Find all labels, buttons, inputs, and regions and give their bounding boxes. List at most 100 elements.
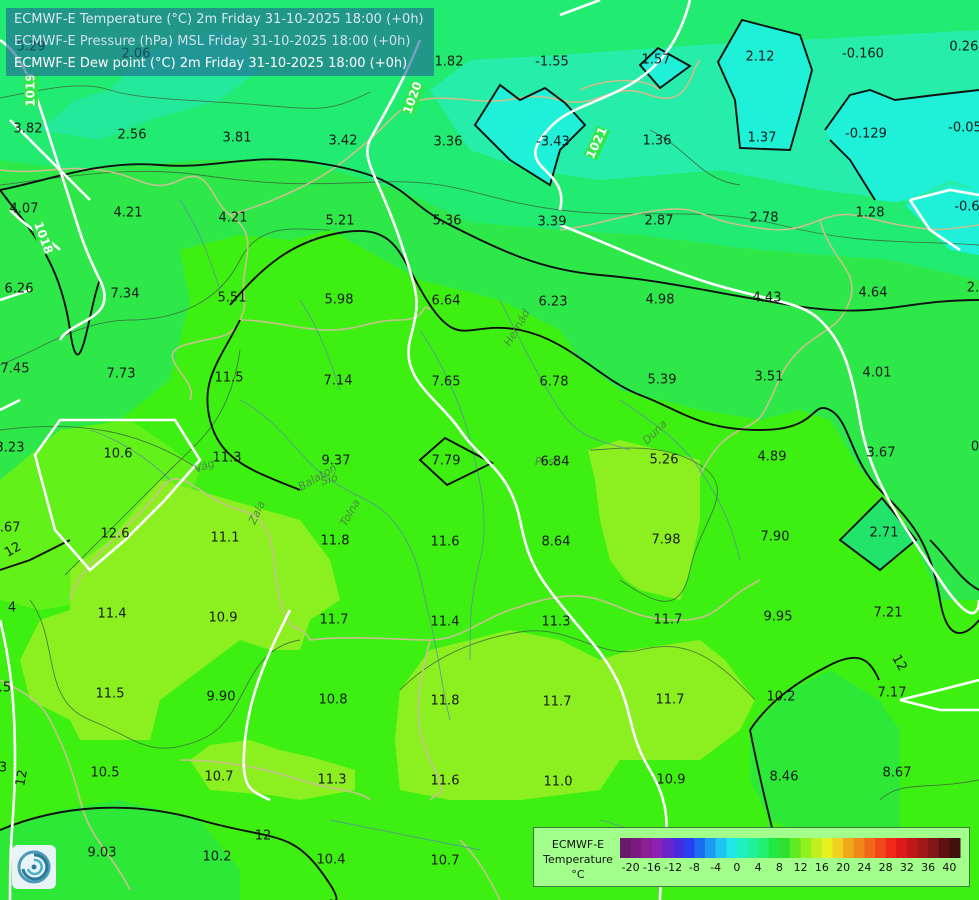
dewpoint-value: 10.2	[203, 850, 232, 865]
dewpoint-value: 7.34	[111, 287, 140, 302]
dewpoint-value: -0.05	[948, 121, 979, 136]
legend-tick-label: 8	[776, 861, 783, 874]
legend-swatch	[800, 838, 812, 858]
dewpoint-value: -0.129	[845, 127, 887, 142]
dewpoint-value: 11.7	[320, 613, 349, 628]
dewpoint-value: 9.37	[322, 454, 351, 469]
dewpoint-value: -3.43	[536, 135, 570, 150]
legend-swatch	[949, 838, 961, 858]
title-panel: ECMWF-E Temperature (°C) 2m Friday 31-10…	[6, 8, 434, 76]
legend-tick-label: 36	[921, 861, 935, 874]
dewpoint-value: 11.4	[431, 615, 460, 630]
dewpoint-value: 11.1	[211, 531, 240, 546]
legend-swatch	[853, 838, 865, 858]
dewpoint-value: 4.21	[219, 211, 248, 226]
legend-swatch	[875, 838, 887, 858]
dewpoint-value: 11.7	[654, 613, 683, 628]
dewpoint-value: 9.90	[207, 690, 236, 705]
legend-label-model: ECMWF-E	[551, 838, 605, 851]
dewpoint-value: 5.26	[650, 453, 679, 468]
dewpoint-value: 10.7	[205, 770, 234, 785]
isobar-label: 1019	[24, 73, 38, 106]
dewpoint-value: 3.36	[434, 135, 463, 150]
legend-swatch	[821, 838, 833, 858]
dewpoint-value: 11.6	[431, 774, 460, 789]
dewpoint-value: 10.2	[767, 690, 796, 705]
dewpoint-value: 7.98	[652, 533, 681, 548]
dewpoint-value: 1.37	[748, 131, 777, 146]
legend-tick-label: -20	[622, 861, 640, 874]
temperature-fill	[0, 0, 979, 900]
dewpoint-value: 6.84	[541, 455, 570, 470]
legend-tick-label: -4	[710, 861, 721, 874]
dewpoint-value: 6.78	[540, 375, 569, 390]
ecmwf-logo-icon	[12, 845, 56, 889]
dewpoint-value: 4.01	[863, 366, 892, 381]
dewpoint-value: 7.45	[1, 362, 30, 377]
legend-swatch	[906, 838, 918, 858]
dewpoint-value: 10.6	[104, 447, 133, 462]
dewpoint-value: 4.07	[10, 202, 39, 217]
dewpoint-value: 11.0	[544, 775, 573, 790]
legend-swatch	[928, 838, 940, 858]
title-pressure: ECMWF-E Pressure (hPa) MSL Friday 31-10-…	[14, 34, 411, 49]
dewpoint-value: 11.3	[213, 451, 242, 466]
dewpoint-value: 5.36	[433, 214, 462, 229]
dewpoint-value: 2.78	[750, 211, 779, 226]
dewpoint-value: 11.4	[98, 607, 127, 622]
legend-swatch	[673, 838, 685, 858]
dewpoint-value: 7.17	[878, 686, 907, 701]
dewpoint-value: -0.6	[954, 200, 979, 215]
legend-tick-label: 32	[900, 861, 914, 874]
dewpoint-value: 9.95	[764, 610, 793, 625]
legend-swatch	[864, 838, 876, 858]
dewpoint-value: 10.4	[317, 853, 346, 868]
dewpoint-value: 3.42	[329, 134, 358, 149]
dewpoint-value: 7.65	[432, 375, 461, 390]
dewpoint-value: 3.51	[755, 370, 784, 385]
dewpoint-value: 3.82	[14, 122, 43, 137]
dewpoint-value: 2.12	[746, 50, 775, 65]
dewpoint-value: 3.39	[538, 215, 567, 230]
legend-swatch	[683, 838, 695, 858]
dewpoint-value: 12.6	[101, 527, 130, 542]
dewpoint-value: 7.14	[324, 374, 353, 389]
dewpoint-value: 1.57	[642, 53, 671, 68]
temperature-legend: ECMWF-E Temperature °C -20 -16 -12 -8 -4 0 4 8 1…	[533, 827, 970, 887]
dewpoint-value: 6.64	[432, 294, 461, 309]
dewpoint-value: 4.21	[114, 206, 143, 221]
legend-swatch	[726, 838, 738, 858]
dewpoint-value: 8.67	[0, 521, 20, 536]
dewpoint-value: 11.7	[656, 693, 685, 708]
dewpoint-value: 2.56	[118, 128, 147, 143]
dewpoint-value: 3.67	[867, 446, 896, 461]
dewpoint-value: 4.89	[758, 450, 787, 465]
dewpoint-value: 2.	[967, 281, 979, 296]
legend-swatch	[662, 838, 674, 858]
legend-swatch	[758, 838, 770, 858]
legend-swatch	[811, 838, 823, 858]
dewpoint-value: 11.8	[321, 534, 350, 549]
dewpoint-value: 11.3	[542, 615, 571, 630]
legend-tick-label: 24	[857, 861, 871, 874]
dewpoint-value: 2.71	[870, 526, 899, 541]
dewpoint-value: 11.7	[543, 695, 572, 710]
legend-swatch	[715, 838, 727, 858]
dewpoint-value: 11.5	[215, 371, 244, 386]
dewpoint-value: 3	[0, 761, 7, 776]
dewpoint-value: 10.5	[91, 766, 120, 781]
dewpoint-value: .5	[0, 681, 11, 696]
legend-swatch	[736, 838, 748, 858]
legend-swatch	[630, 838, 642, 858]
dewpoint-value: -1.55	[535, 55, 569, 70]
dewpoint-value: 3.81	[223, 131, 252, 146]
title-dewpoint: ECMWF-E Dew point (°C) 2m Friday 31-10-2…	[14, 56, 408, 71]
dewpoint-value: 11.8	[431, 694, 460, 709]
dewpoint-value: 5.51	[218, 291, 247, 306]
legend-swatch	[620, 838, 632, 858]
dewpoint-value: 8.67	[883, 766, 912, 781]
dewpoint-value: 5.98	[325, 293, 354, 308]
legend-swatch	[651, 838, 663, 858]
dewpoint-value: 9.03	[88, 846, 117, 861]
dewpoint-value: 4.64	[859, 286, 888, 301]
